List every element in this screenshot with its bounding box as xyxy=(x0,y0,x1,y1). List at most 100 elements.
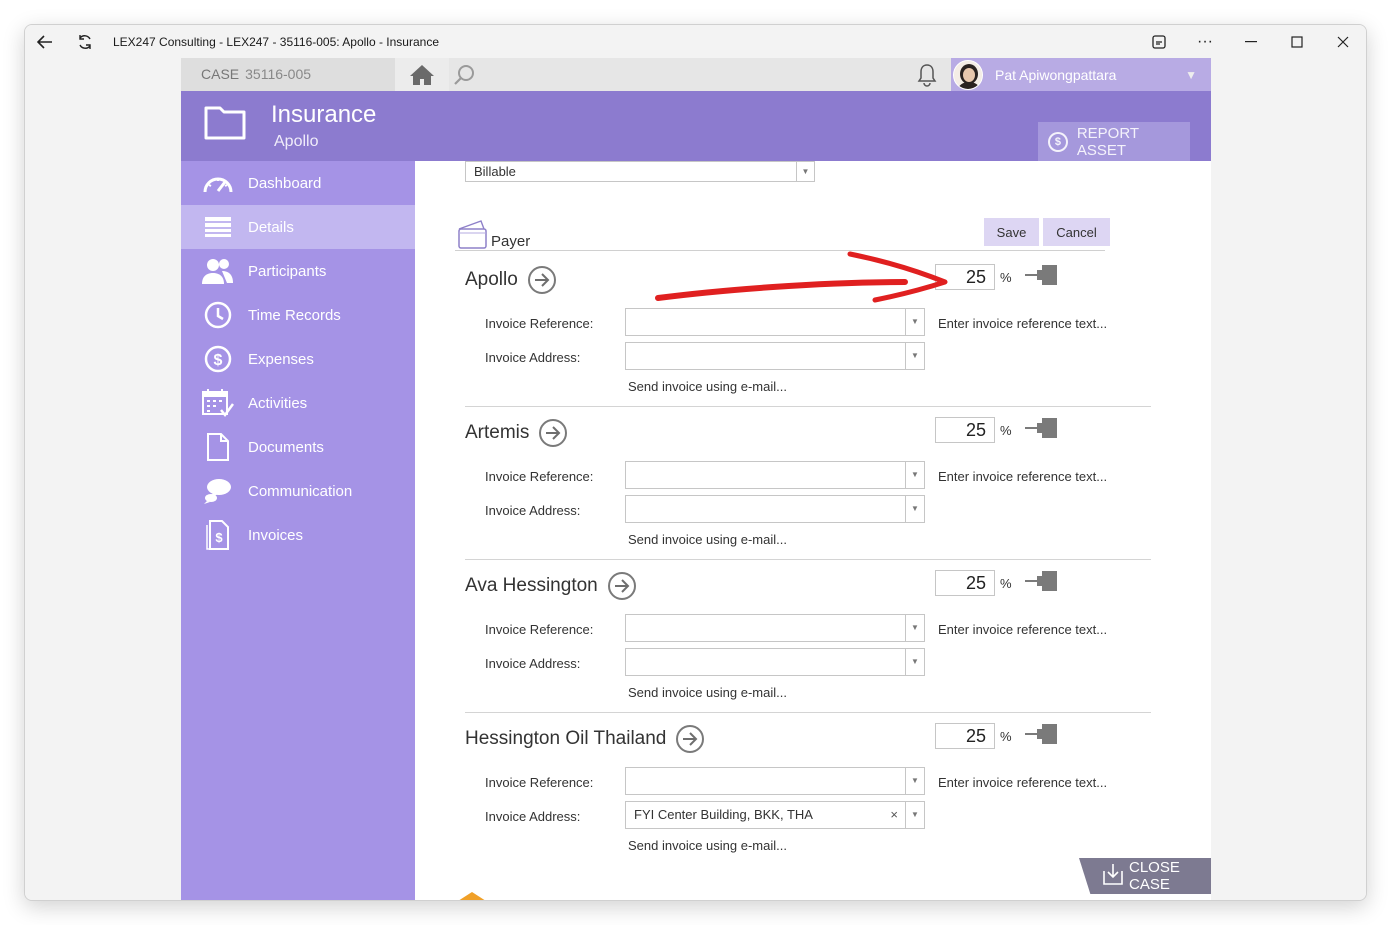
sidebar-item-label: Time Records xyxy=(248,306,341,324)
arrow-right-icon[interactable] xyxy=(539,419,568,447)
document-icon xyxy=(201,432,235,462)
pin-icon[interactable] xyxy=(1025,568,1061,599)
close-case-button[interactable]: CLOSE CASE xyxy=(1079,858,1211,894)
app-content: CASE 35116-005 Pat Apiwongpattara ▼ Insu… xyxy=(181,58,1211,900)
pin-icon[interactable] xyxy=(1025,415,1061,446)
percentage-input[interactable]: 25 xyxy=(935,264,995,290)
avatar xyxy=(953,59,983,90)
arrow-right-icon[interactable] xyxy=(527,266,556,294)
chevron-down-icon[interactable]: ▼ xyxy=(1185,68,1197,82)
invoice-reference-select[interactable]: ▼ xyxy=(625,308,925,336)
title-bar: LEX247 Consulting - LEX247 - 35116-005: … xyxy=(25,25,1366,58)
percent-sign: % xyxy=(1000,270,1012,285)
chevron-down-icon[interactable]: ▼ xyxy=(905,802,924,828)
billing-select[interactable]: Billable ▼ xyxy=(465,161,815,182)
send-email-link[interactable]: Send invoice using e-mail... xyxy=(628,532,787,547)
svg-text:$: $ xyxy=(214,352,223,369)
payer-name: Ava Hessington xyxy=(465,575,598,596)
percent-sign: % xyxy=(1000,423,1012,438)
calendar-icon xyxy=(201,388,235,418)
sidebar-item-label: Expenses xyxy=(248,350,314,368)
folder-icon xyxy=(203,103,247,146)
clear-icon[interactable]: × xyxy=(890,802,898,828)
sidebar-item-details[interactable]: Details xyxy=(181,205,415,249)
percentage-input[interactable]: 25 xyxy=(935,417,995,443)
invoice-address-label: Invoice Address: xyxy=(485,809,581,824)
divider xyxy=(465,559,1151,560)
user-menu[interactable]: Pat Apiwongpattara ▼ xyxy=(951,58,1211,91)
bell-icon[interactable] xyxy=(915,62,939,93)
invoice-reference-label: Invoice Reference: xyxy=(485,316,594,331)
sidebar-item-label: Dashboard xyxy=(248,174,322,192)
arrow-right-icon[interactable] xyxy=(676,725,705,753)
sidebar-item-dashboard[interactable]: Dashboard xyxy=(181,161,415,205)
reference-hint[interactable]: Enter invoice reference text... xyxy=(938,775,1107,790)
invoice-address-select[interactable]: ▼ xyxy=(625,342,925,370)
details-panel: Billable ▼ Payer Save Cancel Apollo 25 %… xyxy=(415,161,1211,900)
percentage-input[interactable]: 25 xyxy=(935,570,995,596)
cast-icon[interactable] xyxy=(1136,25,1182,58)
invoice-address-select[interactable]: ▼ xyxy=(625,495,925,523)
send-email-link[interactable]: Send invoice using e-mail... xyxy=(628,685,787,700)
chevron-down-icon[interactable]: ▼ xyxy=(905,768,924,794)
gauge-icon xyxy=(201,168,235,198)
sidebar-item-activities[interactable]: Activities xyxy=(181,381,415,425)
chevron-down-icon[interactable]: ▼ xyxy=(905,343,924,369)
sidebar-item-communication[interactable]: Communication xyxy=(181,469,415,513)
sidebar-item-invoices[interactable]: $ Invoices xyxy=(181,513,415,557)
chevron-down-icon[interactable]: ▼ xyxy=(905,462,924,488)
reference-hint[interactable]: Enter invoice reference text... xyxy=(938,316,1107,331)
app-window: LEX247 Consulting - LEX247 - 35116-005: … xyxy=(24,24,1367,901)
invoice-address-label: Invoice Address: xyxy=(485,656,581,671)
refresh-icon[interactable] xyxy=(65,25,105,58)
sidebar-item-time-records[interactable]: Time Records xyxy=(181,293,415,337)
sidebar-item-expenses[interactable]: $ Expenses xyxy=(181,337,415,381)
sidebar-item-label: Details xyxy=(248,218,294,236)
people-icon xyxy=(201,256,235,286)
maximize-icon[interactable] xyxy=(1274,25,1320,58)
send-email-link[interactable]: Send invoice using e-mail... xyxy=(628,379,787,394)
report-asset-label: REPORT ASSET xyxy=(1076,124,1139,159)
invoice-reference-select[interactable]: ▼ xyxy=(625,767,925,795)
case-number: 35116-005 xyxy=(245,66,312,82)
dollar-icon: $ xyxy=(201,344,235,374)
send-email-link[interactable]: Send invoice using e-mail... xyxy=(628,838,787,853)
pin-icon[interactable] xyxy=(1025,721,1061,752)
close-icon[interactable] xyxy=(1320,25,1366,58)
chat-icon xyxy=(201,476,235,506)
back-icon[interactable] xyxy=(25,25,65,58)
percentage-input[interactable]: 25 xyxy=(935,723,995,749)
more-icon[interactable]: ··· xyxy=(1182,25,1228,58)
reference-hint[interactable]: Enter invoice reference text... xyxy=(938,622,1107,637)
save-button[interactable]: Save xyxy=(984,218,1039,246)
app-area: CASE 35116-005 Pat Apiwongpattara ▼ Insu… xyxy=(25,58,1366,900)
arrow-right-icon[interactable] xyxy=(607,572,636,600)
svg-text:$: $ xyxy=(215,530,223,545)
invoice-reference-label: Invoice Reference: xyxy=(485,622,594,637)
chevron-down-icon[interactable]: ▼ xyxy=(905,309,924,335)
top-bar: CASE 35116-005 Pat Apiwongpattara ▼ xyxy=(181,58,1211,91)
reference-hint[interactable]: Enter invoice reference text... xyxy=(938,469,1107,484)
chevron-down-icon[interactable]: ▼ xyxy=(905,615,924,641)
divider xyxy=(465,712,1151,713)
minimize-icon[interactable] xyxy=(1228,25,1274,58)
percent-sign: % xyxy=(1000,729,1012,744)
invoice-address-select[interactable]: ▼ xyxy=(625,648,925,676)
sidebar-item-documents[interactable]: Documents xyxy=(181,425,415,469)
home-icon[interactable] xyxy=(395,58,449,91)
report-asset-button[interactable]: $ REPORT ASSET xyxy=(1038,122,1190,161)
cancel-button[interactable]: Cancel xyxy=(1043,218,1110,246)
chevron-down-icon[interactable]: ▼ xyxy=(905,496,924,522)
invoice-address-select[interactable]: FYI Center Building, BKK, THA × ▼ xyxy=(625,801,925,829)
chevron-down-icon[interactable]: ▼ xyxy=(796,162,814,181)
search-icon[interactable] xyxy=(449,58,479,91)
pin-icon[interactable] xyxy=(1025,262,1061,293)
sidebar-item-label: Participants xyxy=(248,262,327,280)
page-title: Insurance xyxy=(271,101,377,128)
chevron-down-icon[interactable]: ▼ xyxy=(905,649,924,675)
invoice-reference-select[interactable]: ▼ xyxy=(625,461,925,489)
invoice-reference-select[interactable]: ▼ xyxy=(625,614,925,642)
dollar-icon: $ xyxy=(1048,131,1068,152)
case-label: CASE xyxy=(201,66,240,82)
sidebar-item-participants[interactable]: Participants xyxy=(181,249,415,293)
